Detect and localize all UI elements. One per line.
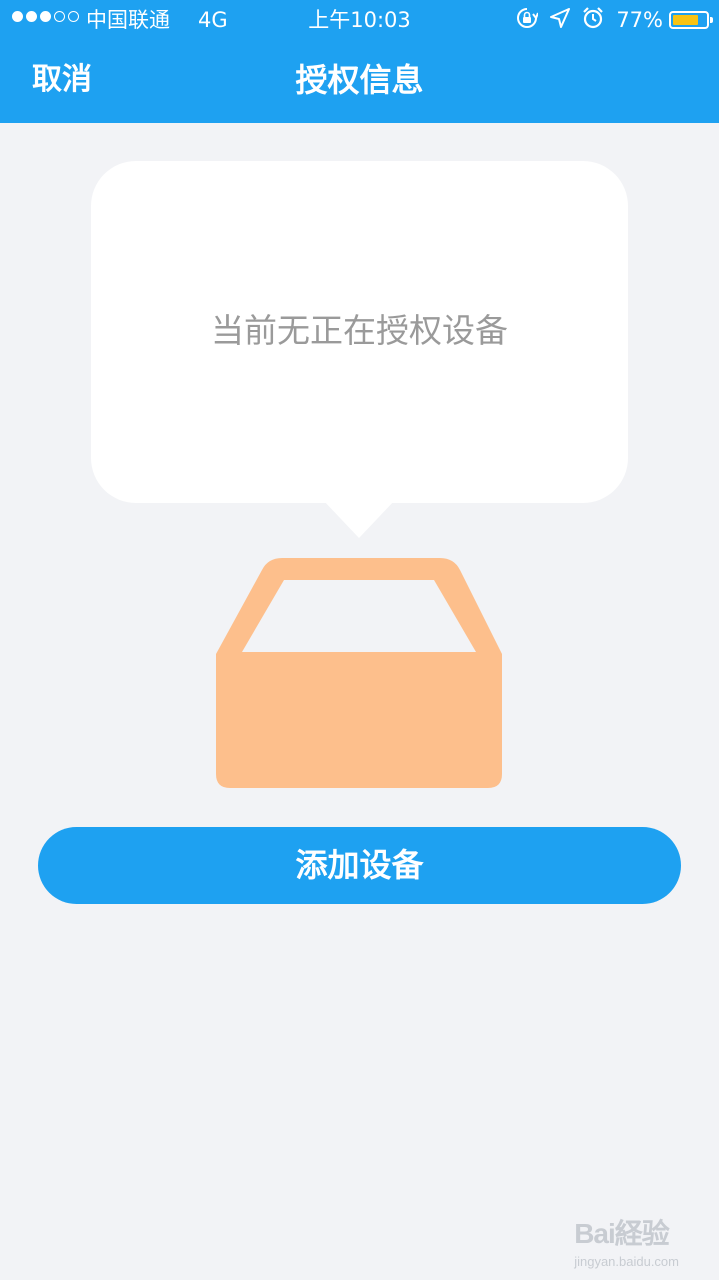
alarm-icon [582, 6, 604, 34]
empty-box-icon [216, 558, 502, 788]
rotation-lock-icon [516, 7, 540, 34]
location-arrow-icon [550, 7, 571, 33]
nav-bar: 取消 授权信息 [0, 40, 719, 123]
add-device-button[interactable]: 添加设备 [38, 827, 681, 904]
battery-icon [669, 11, 713, 29]
watermark-url: jingyan.baidu.com [574, 1254, 679, 1269]
battery-percent: 77% [616, 8, 663, 32]
page-title: 授权信息 [295, 61, 424, 99]
watermark: Bai経验 jingyan.baidu.com [574, 1212, 679, 1269]
status-bar: 中国联通 4G 上午10:03 77% [0, 0, 719, 40]
watermark-logo: Bai経验 [574, 1218, 670, 1249]
empty-state-message: 当前无正在授权设备 [211, 311, 508, 350]
battery-fill [673, 15, 698, 25]
app-screen: 中国联通 4G 上午10:03 77% 取消 授权信息 当前无正在授权设备 添加… [0, 0, 719, 1280]
empty-state-bubble: 当前无正在授权设备 [91, 161, 628, 503]
bubble-tail [323, 500, 395, 538]
header: 中国联通 4G 上午10:03 77% 取消 授权信息 [0, 0, 719, 123]
status-right: 77% [516, 6, 713, 34]
